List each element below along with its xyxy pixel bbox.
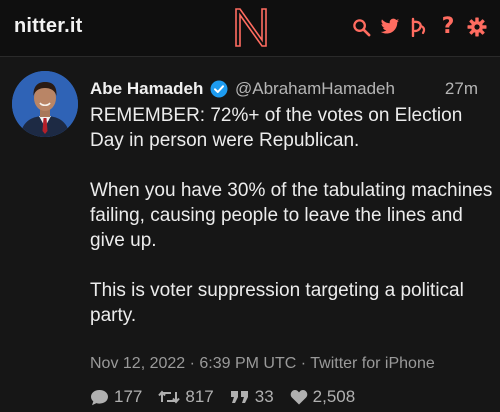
top-navbar: nitter.it ? <box>0 0 500 56</box>
tweet-time-link[interactable]: 27m <box>445 79 478 99</box>
tweet-author-name[interactable]: Abe Hamadeh <box>90 79 203 99</box>
search-icon[interactable] <box>350 16 372 38</box>
retweet-stat[interactable]: 817 <box>158 387 214 407</box>
twitter-bird-icon[interactable] <box>379 16 401 38</box>
reply-icon <box>91 389 108 405</box>
question-mark-icon[interactable]: ? <box>437 16 459 38</box>
tweet-published-date[interactable]: Nov 12, 2022 · 6:39 PM UTC · Twitter for… <box>90 355 435 373</box>
nitter-logo-icon[interactable] <box>231 4 271 50</box>
tweet-content: REMEMBER: 72%+ of the votes on Election … <box>90 103 495 328</box>
tweet-header: Abe Hamadeh @AbrahamHamadeh 27m <box>90 79 490 101</box>
retweet-count: 817 <box>185 387 214 406</box>
tweet-stats: 177 817 33 2,508 <box>90 386 371 408</box>
rss-feed-icon[interactable] <box>408 16 430 38</box>
avatar[interactable] <box>12 71 78 137</box>
verified-check-icon <box>210 80 228 98</box>
tweet-paragraph: REMEMBER: 72%+ of the votes on Election … <box>90 105 463 151</box>
nav-icon-group: ? <box>350 14 488 40</box>
quote-count: 33 <box>254 387 274 406</box>
like-stat[interactable]: 2,508 <box>290 387 356 407</box>
tweet-card[interactable]: Abe Hamadeh @AbrahamHamadeh 27m REMEMBER… <box>0 56 500 412</box>
like-count: 2,508 <box>312 387 356 406</box>
retweet-icon <box>158 390 181 404</box>
tweet-paragraph: This is voter suppression targeting a po… <box>90 280 464 326</box>
site-brand-link[interactable]: nitter.it <box>14 15 82 38</box>
reply-stat[interactable]: 177 <box>90 387 142 407</box>
tweet-paragraph: When you have 30% of the tabulating mach… <box>90 180 493 251</box>
reply-count: 177 <box>114 387 143 406</box>
tweet-author-username[interactable]: @AbrahamHamadeh <box>235 79 395 99</box>
quote-stat[interactable]: 33 <box>230 387 274 407</box>
heart-icon <box>290 390 307 405</box>
gear-icon[interactable] <box>466 16 488 38</box>
quote-icon <box>230 391 248 403</box>
